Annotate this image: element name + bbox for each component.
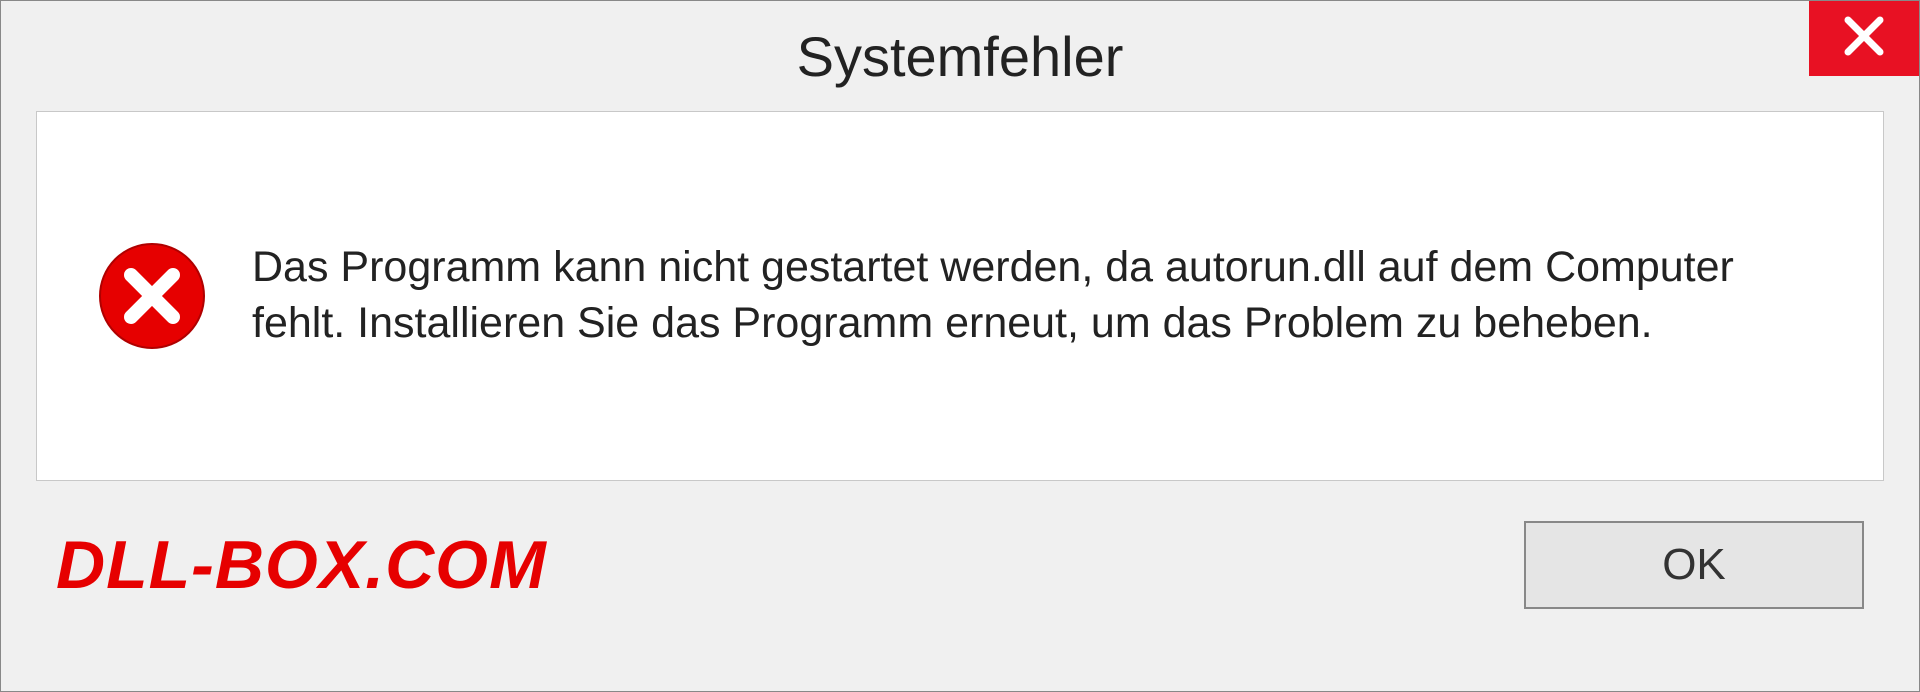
ok-button[interactable]: OK [1524, 521, 1864, 609]
dialog-title: Systemfehler [797, 24, 1124, 89]
error-icon [97, 241, 207, 351]
ok-button-label: OK [1662, 540, 1726, 590]
footer: DLL-BOX.COM OK [1, 481, 1919, 609]
content-panel: Das Programm kann nicht gestartet werden… [36, 111, 1884, 481]
close-button[interactable] [1809, 1, 1919, 76]
titlebar: Systemfehler [1, 1, 1919, 111]
error-message: Das Programm kann nicht gestartet werden… [252, 240, 1823, 352]
watermark-text: DLL-BOX.COM [56, 526, 547, 604]
close-icon [1842, 14, 1886, 63]
